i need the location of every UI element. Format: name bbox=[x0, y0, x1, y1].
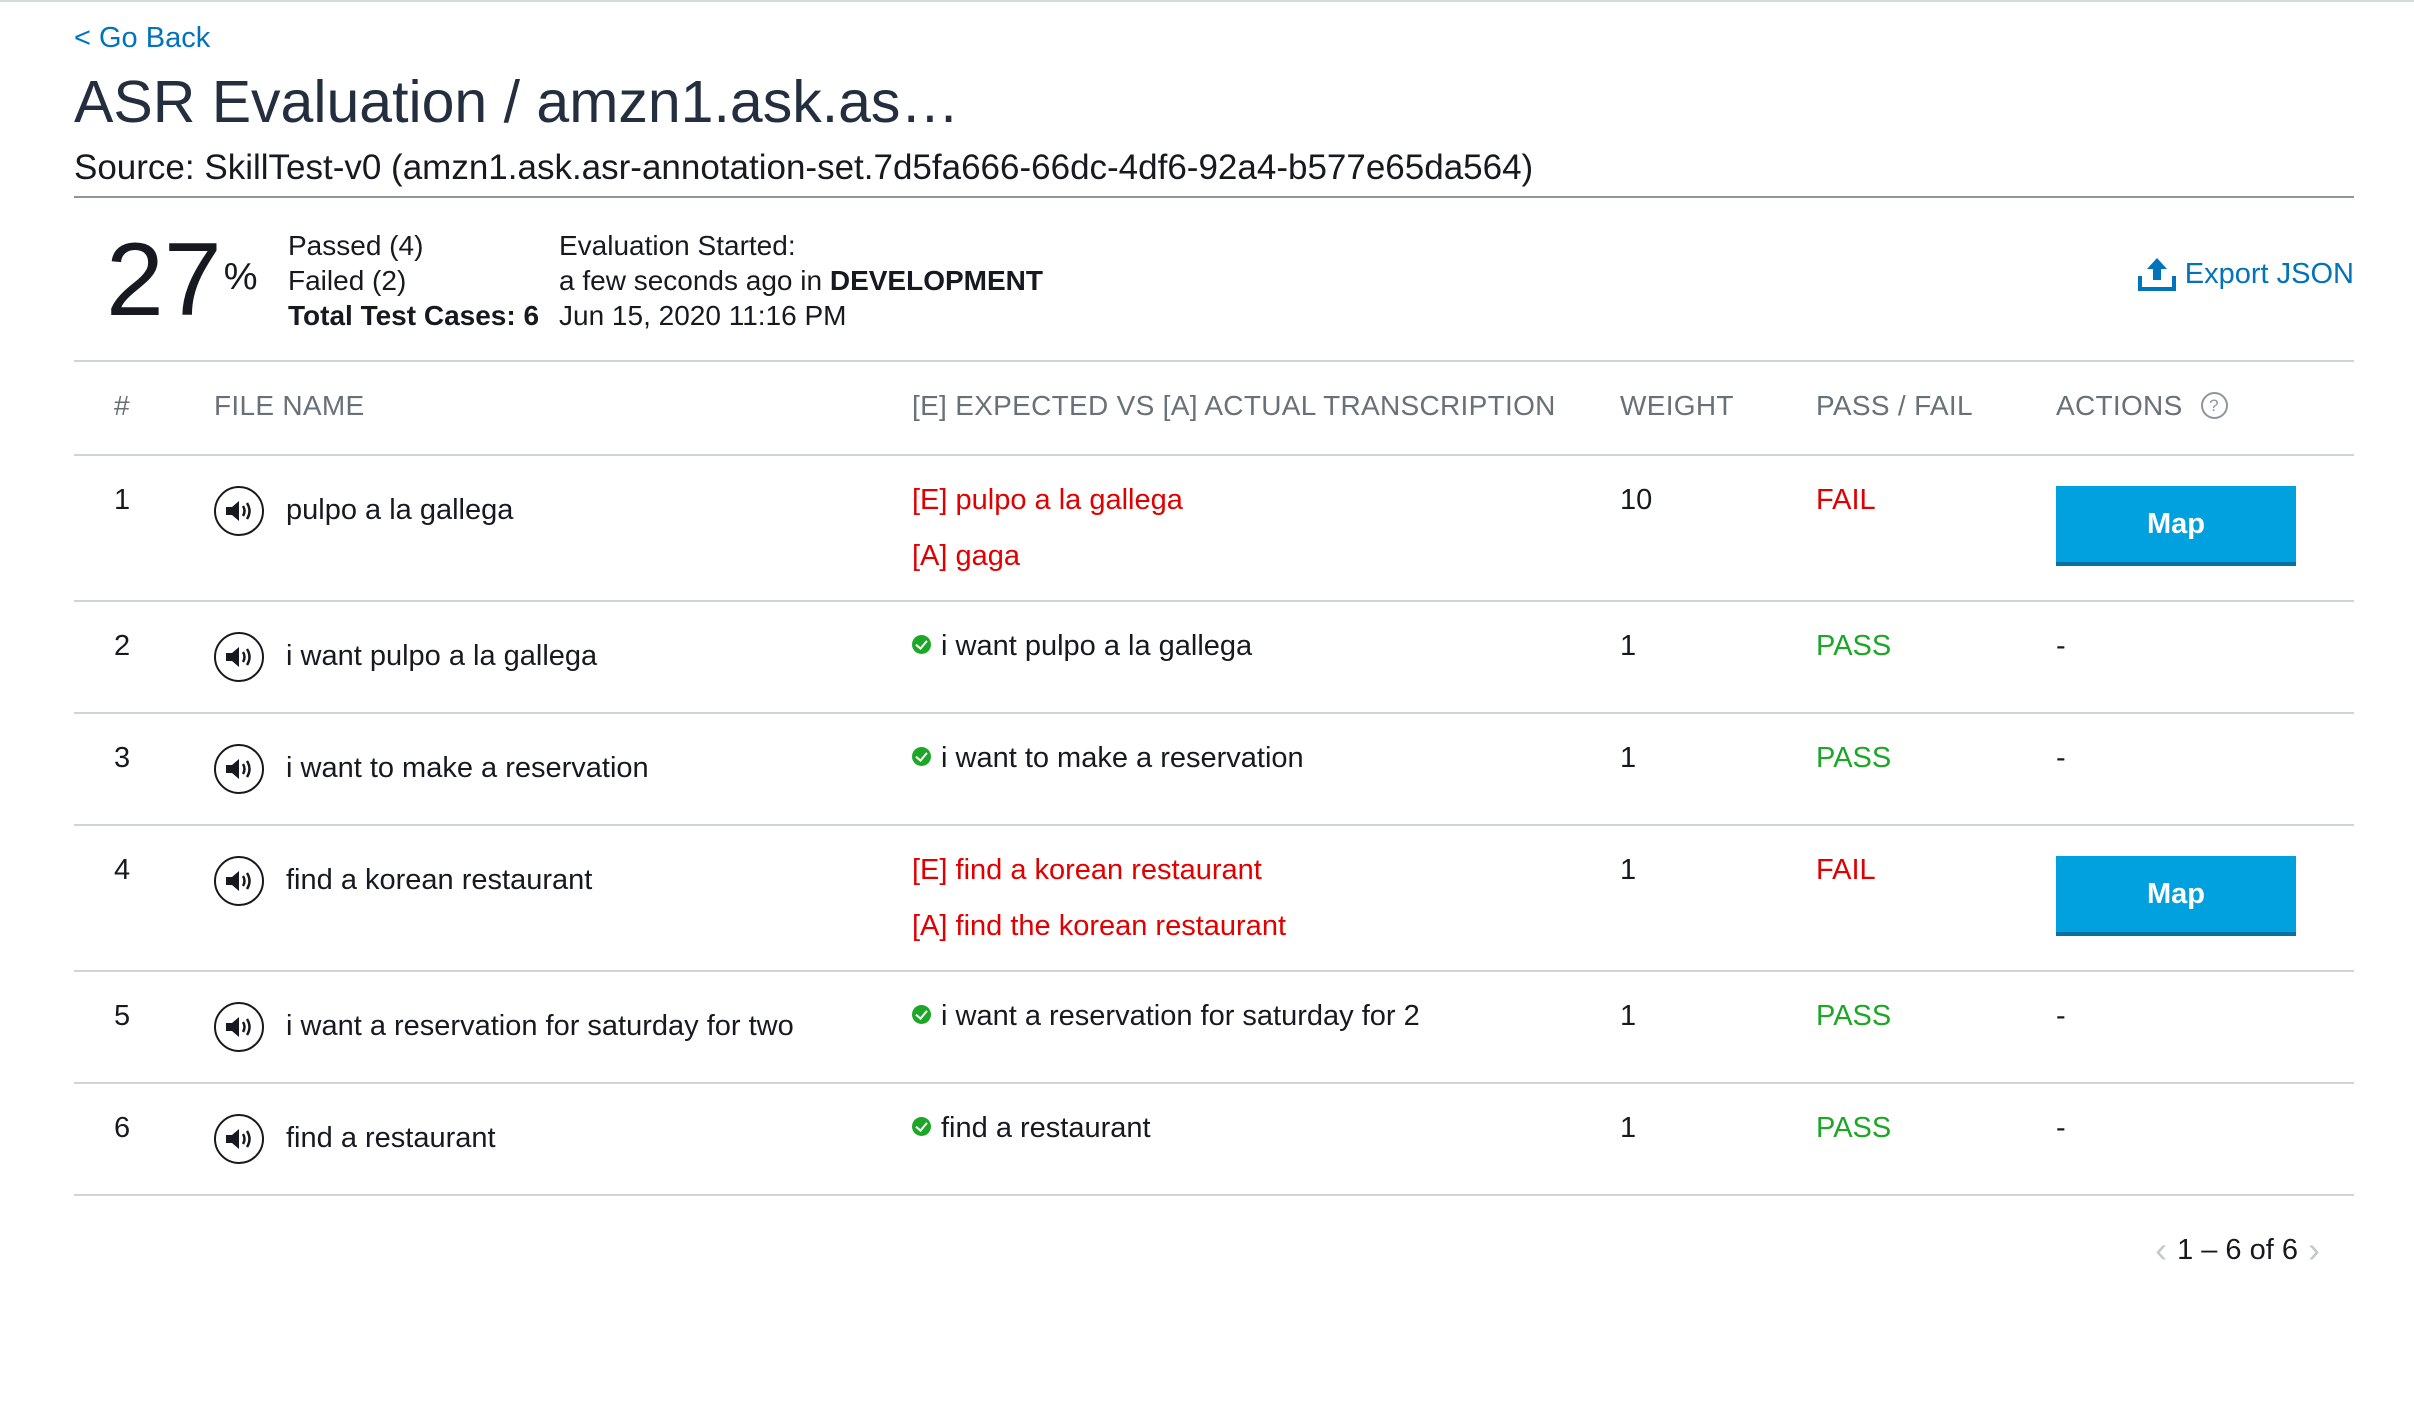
file-name: find a restaurant bbox=[286, 1122, 496, 1154]
speaker-icon bbox=[226, 501, 251, 521]
row-number: 2 bbox=[114, 630, 131, 662]
play-audio-button[interactable] bbox=[214, 744, 264, 794]
check-icon bbox=[912, 1004, 931, 1024]
row-number: 1 bbox=[114, 484, 131, 516]
table-row: 1 pulpo a la gallega [E] pulpo a la gall… bbox=[74, 456, 2354, 600]
result-counts: Passed (4) Failed (2) Total Test Cases: … bbox=[288, 228, 539, 333]
weight-value: 1 bbox=[1620, 742, 1637, 774]
upload-icon bbox=[2137, 256, 2177, 292]
chevron-left-icon[interactable]: ‹ bbox=[2155, 1232, 2167, 1268]
failed-count: Failed (2) bbox=[288, 265, 407, 296]
result-status: PASS bbox=[1816, 1112, 1892, 1144]
check-icon bbox=[912, 746, 931, 766]
table-row: 4 find a korean restaurant [E] find a ko… bbox=[74, 826, 2354, 970]
export-json-button[interactable]: Export JSON bbox=[2137, 256, 2354, 292]
play-audio-button[interactable] bbox=[214, 1114, 264, 1164]
col-header-number: # bbox=[114, 390, 130, 421]
passed-count: Passed (4) bbox=[288, 230, 424, 261]
map-button[interactable]: Map bbox=[2056, 856, 2296, 936]
weight-value: 10 bbox=[1620, 484, 1653, 516]
file-name: find a korean restaurant bbox=[286, 864, 593, 896]
col-header-actions: ACTIONS? bbox=[2056, 390, 2228, 422]
top-border bbox=[0, 0, 2414, 2]
chevron-right-icon[interactable]: › bbox=[2308, 1232, 2320, 1268]
weight-value: 1 bbox=[1620, 630, 1637, 662]
total-count: Total Test Cases: 6 bbox=[288, 300, 540, 331]
started-when: a few seconds ago in DEVELOPMENT bbox=[559, 265, 1043, 296]
col-header-pass-fail[interactable]: PASS / FAIL bbox=[1816, 390, 1973, 422]
result-status: FAIL bbox=[1816, 484, 1876, 516]
table-bottom-divider bbox=[74, 1194, 2354, 1196]
result-status: PASS bbox=[1816, 1000, 1892, 1032]
speaker-icon bbox=[226, 1129, 251, 1149]
actual-transcription: [A] find the korean restaurant bbox=[912, 910, 1286, 942]
score-summary: 27% bbox=[106, 228, 258, 332]
started-date: Jun 15, 2020 11:16 PM bbox=[559, 300, 847, 331]
no-action: - bbox=[2056, 1112, 2066, 1144]
row-number: 3 bbox=[114, 742, 131, 774]
actual-transcription: [A] gaga bbox=[912, 540, 1021, 572]
row-number: 6 bbox=[114, 1112, 131, 1144]
score-value: 27 bbox=[106, 222, 222, 338]
file-name: i want to make a reservation bbox=[286, 752, 649, 784]
speaker-icon bbox=[226, 647, 251, 667]
export-json-label: Export JSON bbox=[2184, 257, 2354, 290]
result-status: PASS bbox=[1816, 630, 1892, 662]
table-row: 2 i want pulpo a la gallega i want pulpo… bbox=[74, 602, 2354, 712]
pagination-label: 1 – 6 of 6 bbox=[2177, 1233, 2298, 1266]
speaker-icon bbox=[226, 759, 251, 779]
play-audio-button[interactable] bbox=[214, 856, 264, 906]
evaluation-started: Evaluation Started: a few seconds ago in… bbox=[559, 228, 1043, 333]
speaker-icon bbox=[226, 871, 251, 891]
table-row: 3 i want to make a reservation i want to… bbox=[74, 714, 2354, 824]
header-divider bbox=[74, 196, 2354, 198]
go-back-link[interactable]: < Go Back bbox=[74, 22, 210, 55]
score-unit: % bbox=[223, 256, 258, 298]
speaker-icon bbox=[226, 1017, 251, 1037]
col-header-file-name[interactable]: FILE NAME bbox=[214, 390, 365, 422]
check-icon bbox=[912, 634, 931, 654]
matched-transcription: i want pulpo a la gallega bbox=[912, 630, 1252, 663]
map-button[interactable]: Map bbox=[2056, 486, 2296, 566]
expected-transcription: [E] find a korean restaurant bbox=[912, 854, 1262, 886]
stage-label: DEVELOPMENT bbox=[829, 265, 1043, 296]
help-icon[interactable]: ? bbox=[2200, 392, 2228, 420]
started-label: Evaluation Started: bbox=[559, 230, 796, 261]
page-title: ASR Evaluation / amzn1.ask.as… bbox=[74, 69, 960, 135]
col-header-transcription: [E] EXPECTED VS [A] ACTUAL TRANSCRIPTION bbox=[912, 390, 1556, 421]
col-header-weight[interactable]: WEIGHT bbox=[1620, 390, 1734, 422]
check-icon bbox=[912, 1116, 931, 1136]
weight-value: 1 bbox=[1620, 1000, 1637, 1032]
expected-transcription: [E] pulpo a la gallega bbox=[912, 484, 1183, 516]
result-status: FAIL bbox=[1816, 854, 1876, 886]
play-audio-button[interactable] bbox=[214, 1002, 264, 1052]
play-audio-button[interactable] bbox=[214, 486, 264, 536]
row-number: 4 bbox=[114, 854, 131, 886]
table-row: 6 find a restaurant find a restaurant 1 … bbox=[74, 1084, 2354, 1194]
file-name: pulpo a la gallega bbox=[286, 494, 514, 526]
result-status: PASS bbox=[1816, 742, 1892, 774]
summary-divider bbox=[74, 360, 2354, 362]
no-action: - bbox=[2056, 630, 2066, 662]
file-name: i want a reservation for saturday for tw… bbox=[286, 1010, 794, 1042]
matched-transcription: find a restaurant bbox=[912, 1112, 1151, 1145]
weight-value: 1 bbox=[1620, 1112, 1637, 1144]
weight-value: 1 bbox=[1620, 854, 1637, 886]
no-action: - bbox=[2056, 1000, 2066, 1032]
no-action: - bbox=[2056, 742, 2066, 774]
pagination: ‹ 1 – 6 of 6 › bbox=[2155, 1232, 2320, 1268]
source-label: Source: SkillTest-v0 (amzn1.ask.asr-anno… bbox=[74, 148, 1534, 187]
row-number: 5 bbox=[114, 1000, 131, 1032]
matched-transcription: i want a reservation for saturday for 2 bbox=[912, 1000, 1420, 1033]
play-audio-button[interactable] bbox=[214, 632, 264, 682]
matched-transcription: i want to make a reservation bbox=[912, 742, 1304, 775]
file-name: i want pulpo a la gallega bbox=[286, 640, 598, 672]
table-row: 5 i want a reservation for saturday for … bbox=[74, 972, 2354, 1082]
